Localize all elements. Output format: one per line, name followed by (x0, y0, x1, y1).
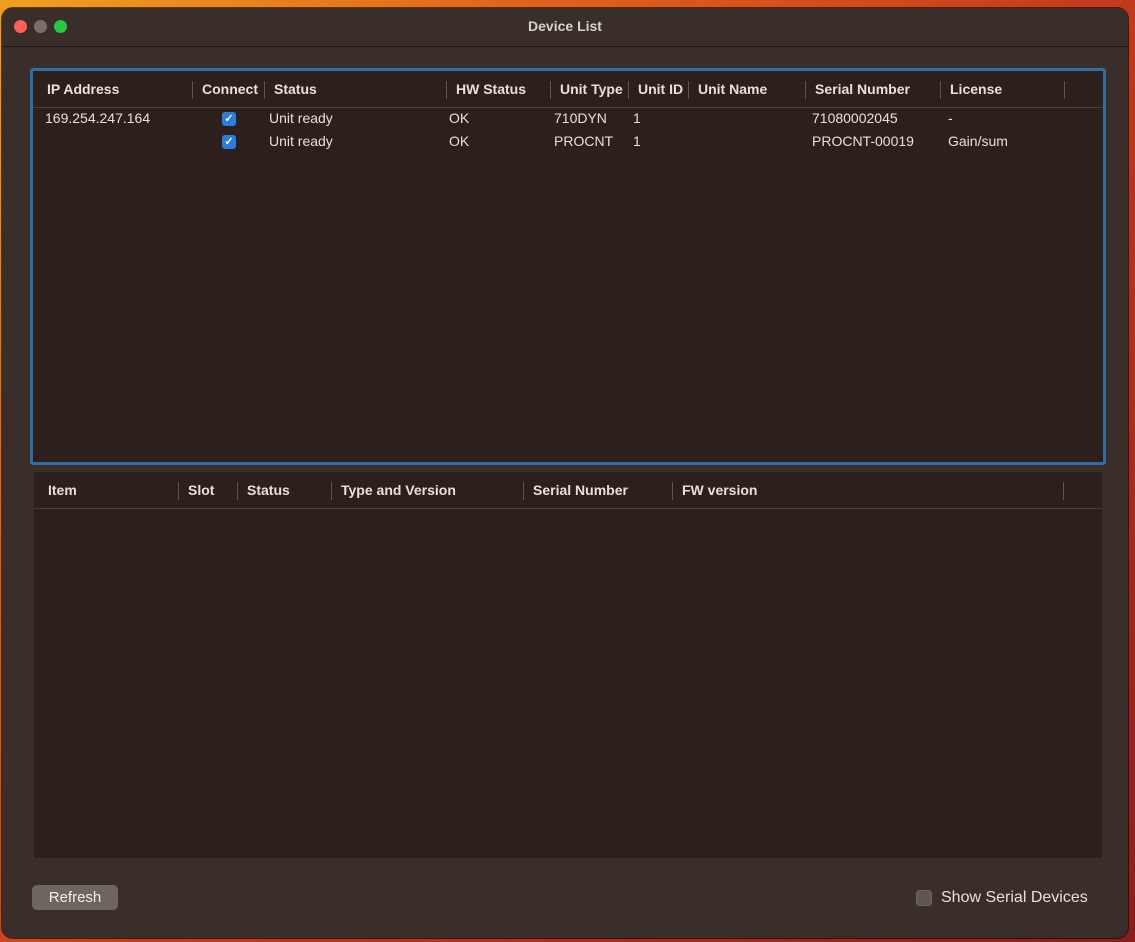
ip-address-cell: 169.254.247.164 (45, 110, 151, 126)
column-header-item[interactable]: Item (38, 472, 178, 508)
column-header-hw-status[interactable]: HW Status (446, 71, 550, 107)
unit-type-cell: 710DYN (554, 110, 607, 126)
status-cell: Unit ready (269, 133, 333, 149)
refresh-button[interactable]: Refresh (32, 885, 118, 910)
column-header-status[interactable]: Status (264, 71, 446, 107)
device-table-header: IP Address Connect Status HW Status Unit… (33, 71, 1103, 108)
column-header-slot[interactable]: Slot (178, 472, 237, 508)
table-row[interactable]: 169.254.247.164 ✓ Unit ready OK 710DYN 1… (33, 107, 1103, 130)
unit-type-cell: PROCNT (554, 133, 614, 149)
unit-id-cell: 1 (633, 110, 641, 126)
module-table-header: Item Slot Status Type and Version Serial… (34, 472, 1102, 509)
license-cell: Gain/sum (948, 133, 1008, 149)
serial-number-cell: PROCNT-00019 (812, 133, 914, 149)
column-header-unit-id[interactable]: Unit ID (628, 71, 688, 107)
device-table[interactable]: IP Address Connect Status HW Status Unit… (30, 68, 1106, 465)
connect-checkbox[interactable]: ✓ (222, 112, 236, 126)
connect-checkbox[interactable]: ✓ (222, 135, 236, 149)
column-header-unit-type[interactable]: Unit Type (550, 71, 628, 107)
column-header-license[interactable]: License (940, 71, 1065, 107)
show-serial-devices-checkbox[interactable] (916, 890, 932, 906)
window-title: Device List (528, 18, 602, 34)
hw-status-cell: OK (449, 110, 470, 126)
column-header-serial-number[interactable]: Serial Number (805, 71, 940, 107)
column-header-unit-name[interactable]: Unit Name (688, 71, 805, 107)
table-row[interactable]: ✓ Unit ready OK PROCNT 1 PROCNT-00019 Ga… (33, 130, 1103, 153)
column-separator[interactable] (1064, 81, 1065, 99)
hw-status-cell: OK (449, 133, 470, 149)
checkmark-icon: ✓ (224, 136, 234, 148)
show-serial-devices-label[interactable]: Show Serial Devices (941, 888, 1088, 908)
unit-id-cell: 1 (633, 133, 641, 149)
serial-number-cell: 71080002045 (812, 110, 898, 126)
column-header-status[interactable]: Status (237, 472, 331, 508)
device-list-window: Device List IP Address Connect Status HW… (2, 8, 1128, 938)
column-separator[interactable] (1063, 482, 1064, 500)
column-header-ip-address[interactable]: IP Address (37, 71, 192, 107)
column-header-connect[interactable]: Connect (192, 71, 264, 107)
column-header-serial-number[interactable]: Serial Number (523, 472, 672, 508)
license-cell: - (948, 110, 953, 126)
module-table[interactable]: Item Slot Status Type and Version Serial… (33, 471, 1103, 859)
title-bar[interactable]: Device List (2, 8, 1128, 47)
column-header-type-and-version[interactable]: Type and Version (331, 472, 523, 508)
checkmark-icon: ✓ (224, 113, 234, 125)
column-header-fw-version[interactable]: FW version (672, 472, 1052, 508)
status-cell: Unit ready (269, 110, 333, 126)
